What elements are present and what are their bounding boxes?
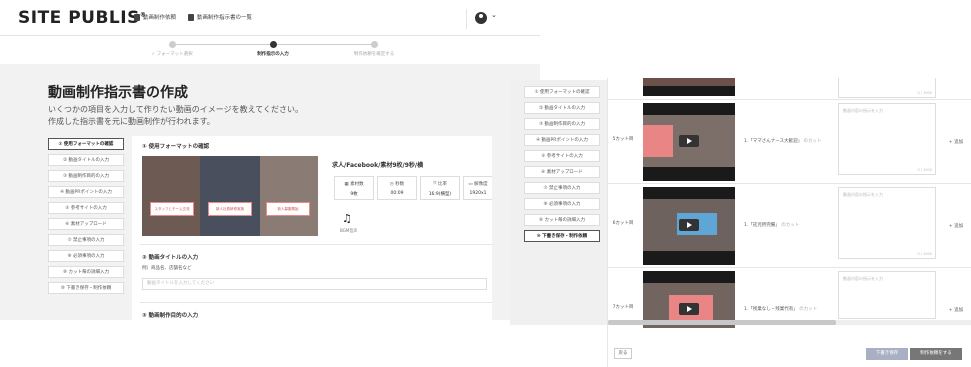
step-dot-1 bbox=[169, 41, 176, 48]
cut-instruction-input[interactable]: 0 / 1000 bbox=[838, 78, 936, 98]
steps-nav-item[interactable]: ⑥ 素材アップロード bbox=[524, 166, 600, 178]
cut-add-button[interactable]: + 追加 bbox=[944, 307, 968, 313]
cut-row: 5カット目 1.「ママさんナース大歓迎」 のカット 動画内容の指示を入力 0 /… bbox=[608, 100, 971, 184]
preview-card: スタッフとチーム交流 bbox=[150, 202, 194, 216]
step-dot-3 bbox=[371, 41, 378, 48]
section-title-purpose: ③ 動画制作目的の入力 bbox=[142, 313, 199, 319]
steps-nav-item[interactable]: ⑦ 禁止事項の入力 bbox=[524, 182, 600, 194]
steps-nav-item[interactable]: ⑧ 必須事項の入力 bbox=[48, 250, 124, 262]
cut-caption: 1.「ママさんナース大歓迎」 のカット bbox=[744, 139, 822, 144]
play-icon[interactable] bbox=[679, 303, 699, 315]
cut-add-button[interactable]: + 追加 bbox=[944, 139, 968, 145]
steps-nav: ① 使用フォーマットの確認 ② 動画タイトルの入力 ③ 動画制作目的の入力 ④ … bbox=[48, 138, 124, 298]
user-icon bbox=[475, 12, 487, 24]
steps-nav-item[interactable]: ① 使用フォーマットの確認 bbox=[524, 86, 600, 98]
cut-video-thumbnail[interactable] bbox=[643, 187, 735, 265]
steps-nav-item[interactable]: ② 動画タイトルの入力 bbox=[48, 154, 124, 166]
title-example-text: 例）商品名、店舗名など bbox=[142, 266, 192, 271]
cut-label: 6カット目 bbox=[612, 221, 634, 226]
cut-caption: 1.「託児所完備」 のカット bbox=[744, 223, 800, 228]
play-icon[interactable] bbox=[679, 135, 699, 147]
cut-detail-panel: 0 / 1000 5カット目 1.「ママさんナース大歓迎」 のカット 動画内容の… bbox=[607, 78, 971, 367]
cut-label: 5カット目 bbox=[612, 137, 634, 142]
section-title-video-title: ② 動画タイトルの入力 bbox=[142, 255, 199, 261]
bgm-label: BGM音声 bbox=[340, 228, 358, 233]
steps-nav-item[interactable]: ⑩ 下書き保存・制作依頼 bbox=[48, 282, 124, 294]
steps-nav-item[interactable]: ④ 動画PRポイントの入力 bbox=[524, 134, 600, 146]
steps-nav-panel: ① 使用フォーマットの確認 ② 動画タイトルの入力 ③ 動画制作目的の入力 ④ … bbox=[510, 80, 608, 325]
cut-row: 0 / 1000 bbox=[608, 78, 971, 100]
cut-label: 7カット目 bbox=[612, 305, 634, 310]
nav-link-video-order[interactable]: 動画制作依頼 bbox=[134, 13, 176, 21]
page-description-1: いくつかの項目を入力して作りたい動画のイメージを教えてください。 bbox=[48, 105, 303, 114]
cut-caption: 1.「残業なし・残業代有」 のカット bbox=[744, 307, 818, 312]
save-draft-button[interactable]: 下書き保存 bbox=[866, 348, 908, 360]
cut-instruction-input[interactable]: 動画内容の指示を入力 bbox=[838, 271, 936, 319]
steps-nav-item[interactable]: ⑧ 必須事項の入力 bbox=[524, 198, 600, 210]
steps-nav-item[interactable]: ⑨ カット毎の詳細入力 bbox=[48, 266, 124, 278]
music-note-icon: ♫ bbox=[342, 212, 352, 225]
submit-order-button[interactable]: 制作依頼をする bbox=[910, 348, 962, 360]
steps-nav-item[interactable]: ⑤ 参考サイトの入力 bbox=[524, 150, 600, 162]
format-name: 求人/Facebook/素材9枚/9秒/横 bbox=[332, 162, 424, 169]
steps-nav-item[interactable]: ④ 動画PRポイントの入力 bbox=[48, 186, 124, 198]
page-description-2: 作成した指示書を元に動画制作が行われます。 bbox=[48, 117, 215, 126]
step-label-3: 制作依頼を確定する bbox=[353, 52, 395, 57]
spec-item-count: ▦ 素材数 9枚 bbox=[334, 176, 374, 200]
format-preview-image: スタッフとチーム交流 新人社員研修実施 新人募集開始 bbox=[142, 156, 318, 236]
progress-stepper: ✓ フォーマット選択 制作指示の入力 制作依頼を確定する bbox=[0, 36, 540, 64]
video-title-input[interactable]: 動画タイトルを入力してください bbox=[142, 278, 487, 290]
cut-row: 6カット目 1.「託児所完備」 のカット 動画内容の指示を入力 0 / 1000… bbox=[608, 184, 971, 268]
document-icon bbox=[134, 13, 140, 21]
play-icon[interactable] bbox=[679, 219, 699, 231]
nav-link-instruction-list[interactable]: 動画制作指示書の一覧 bbox=[188, 13, 252, 21]
step-label-1: ✓ フォーマット選択 bbox=[151, 52, 193, 57]
preview-card: 新人社員研修実施 bbox=[208, 202, 252, 216]
step-dot-2 bbox=[270, 41, 277, 48]
spec-duration: ◷ 秒数 00:09 bbox=[377, 176, 417, 200]
cut-video-thumbnail[interactable] bbox=[643, 103, 735, 181]
top-navbar: SITE PUBLIS® 動画制作依頼 動画制作指示書の一覧 ⌄ bbox=[0, 0, 540, 36]
section-title-format: ① 使用フォーマットの確認 bbox=[142, 144, 210, 150]
steps-nav-item[interactable]: ③ 動画制作目的の入力 bbox=[524, 118, 600, 130]
steps-nav-item[interactable]: ⑩ 下書き保存・制作依頼 bbox=[524, 230, 600, 242]
main-window: SITE PUBLIS® 動画制作依頼 動画制作指示書の一覧 ⌄ ✓ フォーマッ… bbox=[0, 0, 540, 320]
back-button[interactable]: 戻る bbox=[614, 348, 632, 359]
steps-nav-item[interactable]: ③ 動画制作目的の入力 bbox=[48, 170, 124, 182]
instruction-form: ① 使用フォーマットの確認 スタッフとチーム交流 新人社員研修実施 新人募集開始… bbox=[132, 136, 492, 320]
cut-video-thumbnail[interactable] bbox=[643, 78, 735, 96]
steps-nav-item[interactable]: ② 動画タイトルの入力 bbox=[524, 102, 600, 114]
cut-instruction-input[interactable]: 動画内容の指示を入力 0 / 1000 bbox=[838, 103, 936, 175]
cut-row: 7カット目 1.「残業なし・残業代有」 のカット 動画内容の指示を入力 + 追加 bbox=[608, 268, 971, 328]
steps-nav: ① 使用フォーマットの確認 ② 動画タイトルの入力 ③ 動画制作目的の入力 ④ … bbox=[524, 86, 600, 246]
account-menu[interactable]: ⌄ bbox=[466, 9, 504, 29]
step-label-2: 制作指示の入力 bbox=[257, 52, 289, 57]
steps-nav-item[interactable]: ① 使用フォーマットの確認 bbox=[48, 138, 124, 150]
horizontal-scrollbar[interactable] bbox=[608, 320, 971, 325]
steps-nav-item[interactable]: ⑦ 禁止事項の入力 bbox=[48, 234, 124, 246]
steps-nav-item[interactable]: ⑤ 参考サイトの入力 bbox=[48, 202, 124, 214]
chevron-down-icon: ⌄ bbox=[491, 11, 497, 19]
list-icon bbox=[188, 13, 194, 21]
scrollbar-thumb[interactable] bbox=[608, 320, 836, 325]
spec-resolution: ▭ 解像度 1920x1 bbox=[463, 176, 492, 200]
cut-instruction-input[interactable]: 動画内容の指示を入力 0 / 1000 bbox=[838, 187, 936, 259]
preview-card: 新人募集開始 bbox=[266, 202, 310, 216]
page-title: 動画制作指示書の作成 bbox=[48, 85, 188, 101]
cut-add-button[interactable]: + 追加 bbox=[944, 223, 968, 229]
site-logo[interactable]: SITE PUBLIS® bbox=[18, 8, 146, 28]
steps-nav-item[interactable]: ⑥ 素材アップロード bbox=[48, 218, 124, 230]
spec-ratio: ⤧ 比率 16:9(横型) bbox=[420, 176, 460, 200]
steps-nav-item[interactable]: ⑨ カット毎の詳細入力 bbox=[524, 214, 600, 226]
